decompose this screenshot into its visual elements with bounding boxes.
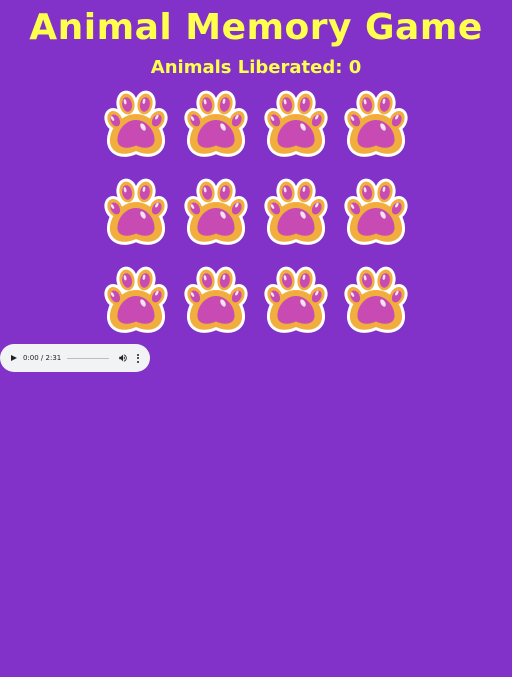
memory-card[interactable]	[262, 177, 330, 247]
paw-icon	[104, 266, 168, 333]
seek-track	[67, 357, 110, 359]
paw-icon	[184, 178, 248, 245]
paw-icon	[104, 178, 168, 245]
paw-icon	[344, 90, 408, 157]
time-separator: /	[40, 354, 44, 362]
paw-icon	[264, 178, 328, 245]
more-options-dot	[137, 360, 140, 363]
paw-icon	[184, 90, 248, 157]
volume-button[interactable]	[118, 344, 128, 372]
paw-icon	[264, 266, 328, 333]
audio-player: 0:00 / 2:31	[0, 344, 150, 372]
memory-card[interactable]	[182, 177, 250, 247]
memory-card[interactable]	[102, 265, 170, 335]
more-options-icon	[137, 353, 140, 356]
score-value: 0	[348, 57, 362, 78]
memory-card[interactable]	[102, 177, 170, 247]
volume-icon	[119, 354, 127, 362]
more-options-button[interactable]	[134, 344, 142, 372]
memory-card[interactable]	[182, 265, 250, 335]
paw-icon	[264, 90, 328, 157]
duration: 2:31	[45, 354, 62, 362]
seek-slider[interactable]	[67, 354, 110, 362]
memory-card[interactable]	[342, 265, 410, 335]
current-time: 0:00	[22, 354, 39, 362]
memory-card[interactable]	[182, 89, 250, 159]
game-title: Animal Memory Game	[29, 7, 483, 48]
memory-card[interactable]	[102, 89, 170, 159]
paw-icon	[344, 178, 408, 245]
memory-card[interactable]	[342, 89, 410, 159]
play-button[interactable]	[9, 344, 19, 372]
memory-card[interactable]	[262, 89, 330, 159]
score-display: Animals Liberated: 0	[0, 56, 512, 80]
more-options-dot	[137, 357, 140, 359]
memory-card[interactable]	[262, 265, 330, 335]
time-display: 0:00 / 2:31	[23, 354, 61, 362]
paw-icon	[184, 266, 248, 333]
card-grid	[102, 89, 412, 335]
paw-icon	[344, 266, 408, 333]
score-label: Animals Liberated:	[150, 57, 343, 78]
play-icon	[10, 355, 17, 361]
memory-card[interactable]	[342, 177, 410, 247]
paw-icon	[104, 90, 168, 157]
